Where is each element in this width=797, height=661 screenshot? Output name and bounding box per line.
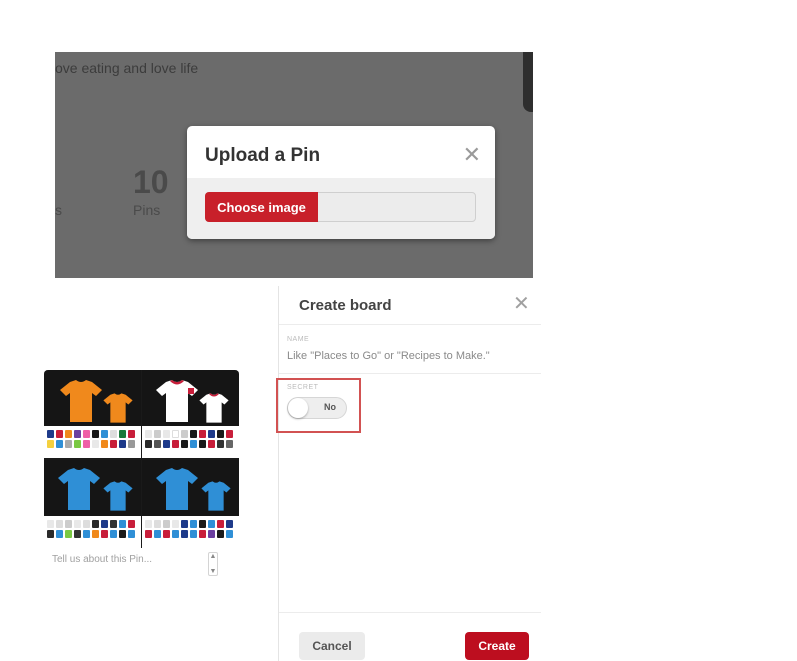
create-board-panel: Create board ✕ NAME SECRET No Cancel Cre… [276, 286, 541, 661]
pin-preview-card: Tell us about this Pin... ▲ ▼ [44, 370, 239, 580]
profile-tagline: ove eating and love life [55, 60, 199, 76]
pins-label: Pins [133, 202, 161, 218]
profile-page-overlay: ove eating and love life 10 Pins s Uploa… [55, 52, 533, 278]
tshirt-icon [58, 468, 100, 510]
tshirt-icon [103, 393, 133, 423]
upload-pin-dialog: Upload a Pin ✕ Choose image [187, 126, 495, 239]
product-tile-blue-2 [142, 460, 239, 548]
tshirt-icon [103, 481, 133, 511]
board-name-input[interactable] [287, 348, 535, 364]
chevron-up-icon[interactable]: ▲ [210, 553, 217, 560]
close-icon[interactable]: ✕ [513, 294, 530, 314]
product-tile-white [142, 370, 239, 458]
description-scrollbar[interactable]: ▲ ▼ [208, 552, 218, 576]
upload-dialog-title: Upload a Pin [205, 145, 321, 166]
pin-description-field[interactable]: Tell us about this Pin... [52, 554, 152, 565]
pins-count: 10 [133, 164, 169, 200]
create-button[interactable]: Create [465, 632, 529, 660]
choose-image-button[interactable]: Choose image [205, 192, 318, 222]
close-icon[interactable]: ✕ [463, 144, 481, 166]
tshirt-icon [201, 481, 231, 511]
create-board-title: Create board [299, 297, 392, 314]
divider [279, 612, 541, 613]
name-label: NAME [287, 336, 310, 343]
tshirt-icon [199, 393, 229, 423]
chevron-down-icon[interactable]: ▼ [210, 568, 217, 575]
tshirt-icon [156, 468, 198, 510]
product-tile-blue [44, 460, 141, 548]
product-tile-orange [44, 370, 141, 458]
secret-toggle[interactable]: No [287, 397, 347, 419]
toggle-knob [288, 398, 308, 418]
cancel-button[interactable]: Cancel [299, 632, 365, 660]
divider [279, 324, 541, 325]
profile-corner-graphic [523, 52, 533, 112]
tshirt-icon [156, 380, 198, 422]
stat-label-partial: s [55, 202, 62, 218]
pin-image [44, 370, 239, 548]
secret-toggle-value: No [324, 402, 336, 412]
divider [279, 373, 541, 374]
secret-label: SECRET [287, 384, 319, 391]
tshirt-icon [60, 380, 102, 422]
